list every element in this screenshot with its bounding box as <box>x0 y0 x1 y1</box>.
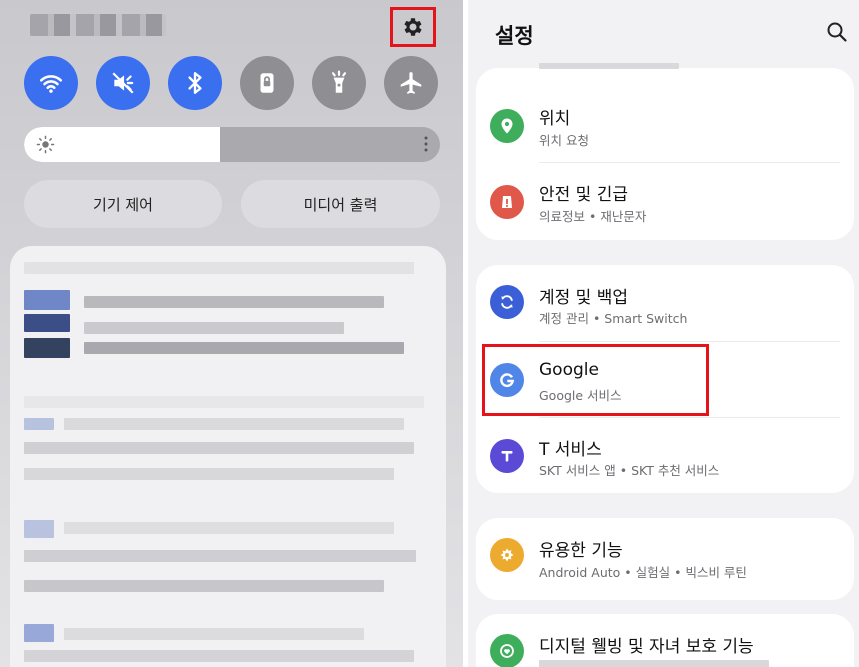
truncated-subtitle <box>539 660 769 667</box>
settings-item-subtitle: 위치 요청 <box>539 133 589 148</box>
brightness-slider[interactable] <box>24 127 440 162</box>
gear-icon <box>404 18 422 36</box>
settings-item-location[interactable]: 위치 위치 요청 <box>476 90 854 160</box>
search-icon[interactable] <box>826 21 848 43</box>
blurred-date-time <box>30 14 166 36</box>
divider <box>539 417 840 418</box>
settings-item-safety[interactable]: 안전 및 긴급 의료정보 • 재난문자 <box>476 166 854 236</box>
scrolled-item-text <box>539 63 679 69</box>
wellbeing-icon <box>500 644 514 658</box>
settings-card-4: 디지털 웰빙 및 자녀 보호 기능 <box>476 614 854 667</box>
settings-item-useful-features[interactable]: 유용한 기능 Android Auto • 실험실 • 빅스비 루틴 <box>476 520 854 590</box>
location-icon <box>501 118 513 134</box>
airplane-mode-toggle[interactable] <box>384 56 438 110</box>
divider <box>539 162 840 163</box>
settings-card-3: 유용한 기능 Android Auto • 실험실 • 빅스비 루틴 <box>476 518 854 600</box>
settings-item-subtitle: Android Auto • 실험실 • 빅스비 루틴 <box>539 565 747 580</box>
puzzle-icon-badge <box>490 538 524 572</box>
more-options-icon[interactable] <box>424 136 428 152</box>
puzzle-icon <box>500 548 514 562</box>
flashlight-toggle[interactable] <box>312 56 366 110</box>
quick-panel: 기기 제어 미디어 출력 <box>0 0 463 667</box>
settings-item-subtitle: 계정 관리 • Smart Switch <box>539 311 688 326</box>
settings-item-title: 위치 <box>539 109 571 129</box>
airplane-icon <box>400 72 422 94</box>
bluetooth-icon <box>188 72 202 94</box>
flashlight-icon <box>331 70 347 93</box>
settings-item-title: 계정 및 백업 <box>539 288 629 308</box>
blurred-notifications <box>10 246 446 667</box>
quick-settings-tiles <box>24 56 440 112</box>
settings-card-1: 위치 위치 요청 안전 및 긴급 의료정보 • 재난문자 <box>476 63 854 240</box>
media-output-button[interactable]: 미디어 출력 <box>241 180 440 228</box>
settings-item-title: 유용한 기능 <box>539 541 623 561</box>
page-title: 설정 <box>495 24 534 48</box>
sound-toggle[interactable] <box>96 56 150 110</box>
lock-screen-icon <box>260 73 274 93</box>
settings-item-accounts-backup[interactable]: 계정 및 백업 계정 관리 • Smart Switch <box>476 265 854 335</box>
settings-item-subtitle: 의료정보 • 재난문자 <box>539 209 647 224</box>
settings-screen: 설정 위치 위치 요청 안전 및 긴급 의료정보 • 재난문자 계정 및 백업 … <box>468 0 859 667</box>
divider <box>539 341 840 342</box>
t-service-icon-badge <box>490 439 524 473</box>
sync-icon <box>501 295 513 309</box>
wifi-toggle[interactable] <box>24 56 78 110</box>
settings-gear-button[interactable] <box>390 7 436 47</box>
bluetooth-toggle[interactable] <box>168 56 222 110</box>
t-service-icon <box>501 451 513 462</box>
sound-mute-icon <box>112 72 134 94</box>
lock-screen-toggle[interactable] <box>240 56 294 110</box>
settings-item-digital-wellbeing[interactable]: 디지털 웰빙 및 자녀 보호 기능 <box>476 614 854 667</box>
settings-item-title: 안전 및 긴급 <box>539 185 629 205</box>
settings-item-title: 디지털 웰빙 및 자녀 보호 기능 <box>539 637 754 657</box>
sync-icon-badge <box>490 285 524 319</box>
settings-item-subtitle: SKT 서비스 앱 • SKT 추천 서비스 <box>539 463 720 478</box>
google-highlight-box <box>482 344 709 416</box>
settings-item-t-service[interactable]: T 서비스 SKT 서비스 앱 • SKT 추천 서비스 <box>476 419 854 489</box>
emergency-icon-badge <box>490 185 524 219</box>
device-control-button[interactable]: 기기 제어 <box>24 180 222 228</box>
wifi-icon <box>39 75 63 93</box>
emergency-icon <box>502 196 512 208</box>
wellbeing-icon-badge <box>490 634 524 667</box>
location-icon-badge <box>490 109 524 143</box>
settings-item-title: T 서비스 <box>539 440 602 460</box>
brightness-sun-icon <box>36 135 55 154</box>
